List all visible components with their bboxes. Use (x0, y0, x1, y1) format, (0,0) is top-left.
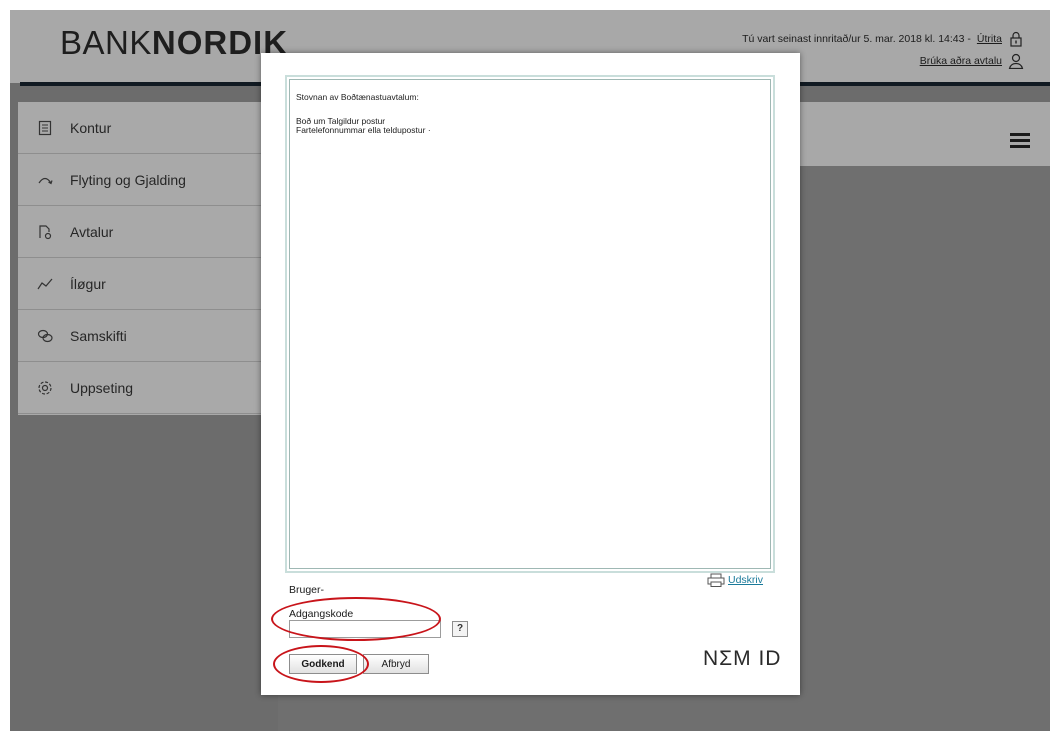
sidebar-nav: Kontur Flyting og Gjalding Avtalur Íløgu… (18, 102, 280, 415)
lock-icon[interactable] (1008, 31, 1024, 47)
printer-icon (707, 573, 725, 587)
sidebar-item-avtalur[interactable]: Avtalur (18, 206, 280, 258)
document-title: Stovnan av Boðtænastuavtalum: (296, 92, 419, 102)
chart-line-icon (36, 275, 54, 293)
sidebar-item-label: Flyting og Gjalding (70, 171, 186, 188)
sidebar-item-label: Kontur (70, 119, 112, 136)
bank-logo[interactable]: BANKNORDIK (60, 24, 288, 62)
sidebar-item-label: Uppseting (70, 379, 134, 396)
approve-button[interactable]: Godkend (289, 654, 357, 674)
chat-icon (36, 327, 54, 345)
logout-link[interactable]: Útrita (977, 31, 1002, 47)
password-label: Adgangskode (289, 608, 354, 620)
document-icon (36, 119, 54, 137)
switch-agreement-link[interactable]: Brúka aðra avtalu (920, 53, 1002, 69)
nemid-logo: NΣM ID (703, 647, 782, 670)
gear-icon (36, 379, 54, 397)
sidebar-item-ilogur[interactable]: Íløgur (18, 258, 280, 310)
sidebar-item-samskifti[interactable]: Samskifti (18, 310, 280, 362)
sidebar-item-kontur[interactable]: Kontur (18, 102, 280, 154)
agreement-document-frame[interactable]: Stovnan av Boðtænastuavtalum: Boð um Tal… (285, 75, 775, 573)
nemid-dialog: Stovnan av Boðtænastuavtalum: Boð um Tal… (261, 53, 800, 695)
logo-text-light: BANK (60, 24, 152, 61)
sidebar-item-label: Avtalur (70, 223, 114, 240)
cancel-button[interactable]: Afbryd (363, 654, 429, 674)
print-label[interactable]: Udskriv (728, 574, 763, 586)
sidebar-item-label: Íløgur (70, 275, 106, 292)
document-line: Fartelefonnummar ella teldupostur · (296, 125, 431, 135)
menu-icon[interactable] (1010, 133, 1030, 149)
agreement-document: Stovnan av Boðtænastuavtalum: Boð um Tal… (289, 79, 771, 569)
user-label: Bruger- (289, 584, 325, 596)
sidebar-item-uppseting[interactable]: Uppseting (18, 362, 280, 414)
last-login-text: Tú vart seinast innritað/ur 5. mar. 2018… (742, 33, 971, 45)
sidebar-item-flyting[interactable]: Flyting og Gjalding (18, 154, 280, 206)
sidebar-item-label: Samskifti (70, 327, 127, 344)
password-input[interactable] (289, 620, 441, 638)
agreement-icon (36, 223, 54, 241)
help-button[interactable]: ? (452, 621, 468, 637)
arrow-curve-icon (36, 171, 54, 189)
print-link[interactable]: Udskriv (707, 573, 763, 587)
user-icon[interactable] (1008, 53, 1024, 69)
